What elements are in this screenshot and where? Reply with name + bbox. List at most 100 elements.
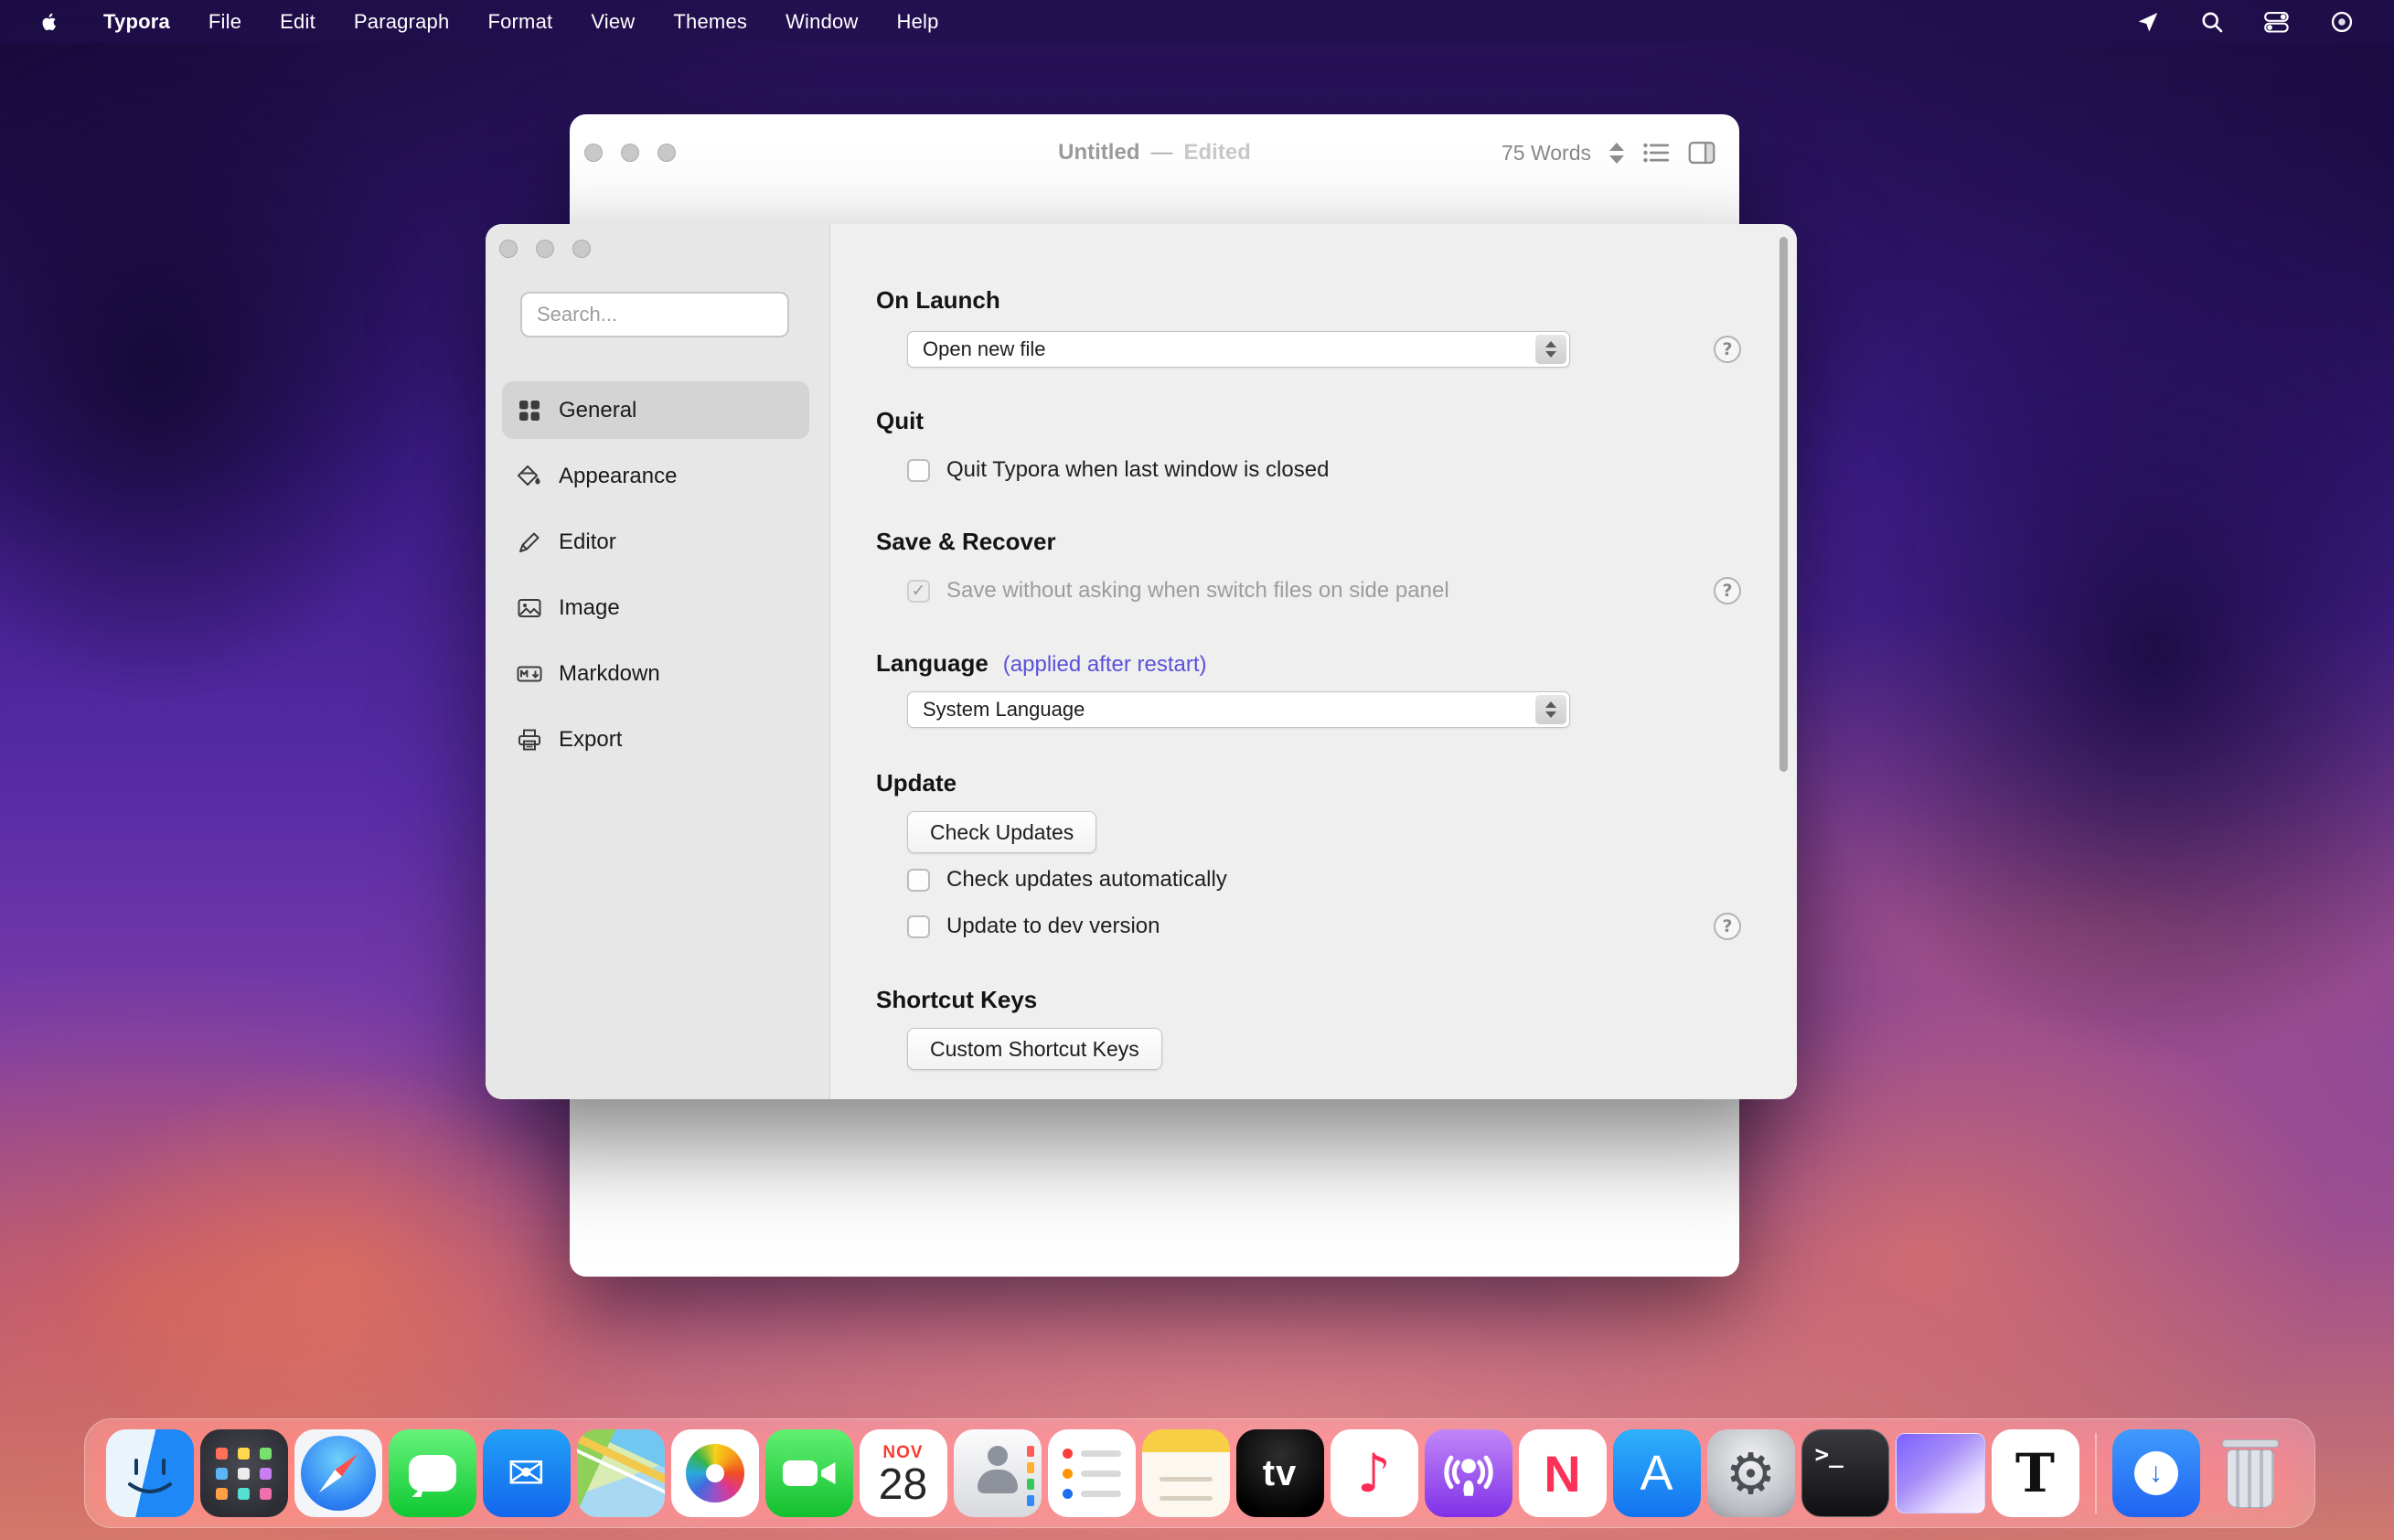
dock-typora-icon[interactable]: T [1992,1429,2079,1517]
contact-body [978,1470,1018,1493]
dock-separator [2095,1433,2097,1513]
prefs-minimize-button[interactable] [536,240,554,258]
save-recover-checkbox-row: ✓ Save without asking when switch files … [907,578,1449,604]
dev-version-checkbox-row: Update to dev version [907,914,1160,939]
word-count-stepper-icon[interactable] [1609,143,1624,164]
podcasts-waves [1436,1440,1502,1506]
dock-minimized-window-thumbnail[interactable] [1896,1433,1985,1513]
sidebar-item-label: Appearance [559,464,677,489]
custom-shortcut-keys-button[interactable]: Custom Shortcut Keys [907,1028,1162,1070]
control-center-icon[interactable] [2264,10,2290,34]
on-launch-select[interactable]: Open new file [907,331,1570,368]
apple-icon [38,9,60,35]
sidebar-item-label: Export [559,727,622,753]
download-arrow: ↓ [2134,1451,2178,1495]
dock-system-settings-icon[interactable]: ⚙ [1707,1429,1795,1517]
spotlight-search-icon[interactable] [2200,10,2224,34]
export-printer-icon [517,727,542,753]
dock-launchpad-icon[interactable] [200,1429,288,1517]
menu-item-format[interactable]: Format [468,10,572,34]
dock-trash-icon[interactable] [2207,1429,2294,1517]
appstore-a-glyph: A [1640,1445,1673,1502]
paperplane-status-icon[interactable] [2136,10,2160,34]
typora-t-glyph: T [2015,1442,2055,1504]
document-toolbar: 75 Words [1502,114,1715,191]
check-updates-button[interactable]: Check Updates [907,811,1096,853]
document-traffic-lights [584,144,676,162]
menu-item-typora[interactable]: Typora [84,10,189,34]
dock-reminders-icon[interactable] [1048,1429,1136,1517]
close-button[interactable] [584,144,603,162]
sidebar-item-appearance[interactable]: Appearance [502,447,809,505]
menu-item-window[interactable]: Window [766,10,877,34]
dock-maps-icon[interactable] [577,1429,665,1517]
section-heading-shortcut-keys: Shortcut Keys [876,986,1037,1014]
dock-podcasts-icon[interactable] [1425,1429,1512,1517]
outline-list-icon[interactable] [1642,141,1670,165]
dock-safari-icon[interactable] [294,1429,382,1517]
help-icon-dev-version[interactable]: ? [1714,913,1741,940]
dock-messages-icon[interactable] [389,1429,476,1517]
scrollbar-thumb[interactable] [1779,237,1788,772]
check-updates-automatically-checkbox[interactable] [907,869,930,892]
menu-item-view[interactable]: View [572,10,654,34]
dock-downloads-icon[interactable]: ↓ [2112,1429,2200,1517]
contact-tabs [1027,1446,1034,1457]
tv-label: tv [1263,1453,1298,1494]
search-input[interactable] [520,292,789,337]
menu-item-paragraph[interactable]: Paragraph [335,10,469,34]
preferences-window: General Appearance Editor Image Markdown [486,224,1797,1099]
language-select[interactable]: System Language [907,691,1570,728]
menu-item-help[interactable]: Help [878,10,958,34]
quit-checkbox[interactable] [907,459,930,482]
dock-appstore-icon[interactable]: A [1613,1429,1701,1517]
prefs-close-button[interactable] [499,240,518,258]
document-edited-badge: Edited [1183,140,1250,166]
dock-photos-icon[interactable] [671,1429,759,1517]
dock-news-icon[interactable]: N [1519,1429,1607,1517]
dock-mail-icon[interactable]: ✉ [483,1429,571,1517]
popup-stepper-icon [1535,335,1566,364]
preferences-traffic-lights [499,240,591,258]
menu-item-file[interactable]: File [189,10,261,34]
on-launch-select-value: Open new file [908,337,1046,361]
minimize-button[interactable] [621,144,639,162]
dock-contacts-icon[interactable] [954,1429,1042,1517]
sidebar-item-label: General [559,398,636,423]
grid-icon [517,398,542,423]
language-heading-text: Language [876,649,989,678]
dock-music-icon[interactable]: ♪ [1331,1429,1418,1517]
sidebar-item-editor[interactable]: Editor [502,513,809,571]
sidebar-item-general[interactable]: General [502,381,809,439]
update-to-dev-version-checkbox[interactable] [907,915,930,938]
word-count[interactable]: 75 Words [1502,141,1591,166]
wallpaper-bush-silhouette [1809,238,2394,1061]
sidebar-item-markdown[interactable]: Markdown [502,645,809,702]
preferences-nav: General Appearance Editor Image Markdown [486,381,829,776]
menu-item-themes[interactable]: Themes [654,10,766,34]
zoom-button[interactable] [657,144,676,162]
dock-facetime-icon[interactable] [765,1429,853,1517]
siri-icon[interactable] [2330,10,2354,34]
desktop: Typora File Edit Paragraph Format View T… [0,0,2394,1540]
sidebar-item-export[interactable]: Export [502,711,809,768]
dock-terminal-icon[interactable]: >_ [1801,1429,1889,1517]
help-icon-save-recover[interactable]: ? [1714,577,1741,604]
language-restart-note: (applied after restart) [1003,652,1207,678]
apple-menu[interactable] [27,9,71,35]
document-title-text: Untitled [1058,140,1139,166]
help-icon-on-launch[interactable]: ? [1714,336,1741,363]
document-titlebar[interactable]: Untitled — Edited 75 Words [570,114,1739,191]
quit-checkbox-label: Quit Typora when last window is closed [946,457,1329,483]
prefs-zoom-button[interactable] [572,240,591,258]
dock-appletv-icon[interactable]: tv [1236,1429,1324,1517]
finder-face [106,1429,194,1517]
menu-item-edit[interactable]: Edit [261,10,335,34]
dock-calendar-icon[interactable]: NOV 28 [860,1429,947,1517]
save-without-asking-checkbox[interactable]: ✓ [907,580,930,603]
sidebar-item-image[interactable]: Image [502,579,809,636]
document-title-separator: — [1150,140,1172,166]
dock-finder-icon[interactable] [106,1429,194,1517]
sidebar-toggle-icon[interactable] [1688,141,1715,165]
dock-notes-icon[interactable] [1142,1429,1230,1517]
